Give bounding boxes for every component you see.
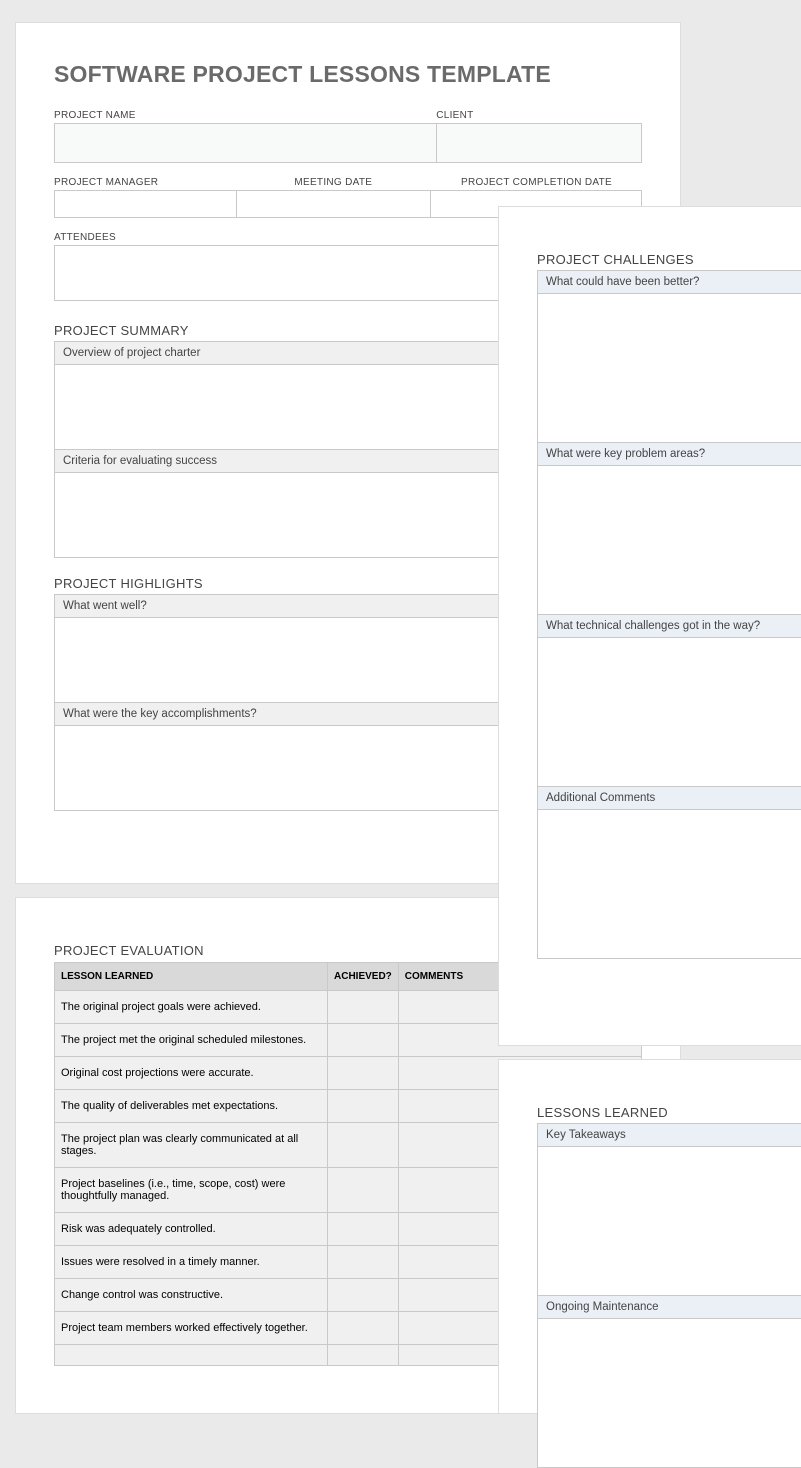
input-project-name[interactable]	[54, 123, 436, 163]
cell-achieved[interactable]	[328, 1213, 399, 1246]
label-project-name: PROJECT NAME	[54, 110, 436, 121]
cell-achieved[interactable]	[328, 1090, 399, 1123]
textarea-takeaways[interactable]	[537, 1146, 801, 1296]
textarea-problem-areas[interactable]	[537, 465, 801, 615]
cell-achieved[interactable]	[328, 1123, 399, 1168]
input-meeting-date[interactable]	[236, 190, 430, 218]
label-client: CLIENT	[436, 110, 642, 121]
row-project-client-inputs	[54, 123, 642, 163]
label-meeting-date: MEETING DATE	[236, 177, 430, 188]
subheader-takeaways: Key Takeaways	[537, 1123, 801, 1146]
page-4: LESSONS LEARNED Key Takeaways Ongoing Ma…	[498, 1059, 801, 1414]
document-title: SOFTWARE PROJECT LESSONS TEMPLATE	[54, 61, 642, 88]
subheader-better: What could have been better?	[537, 270, 801, 293]
subheader-technical: What technical challenges got in the way…	[537, 615, 801, 637]
label-project-manager: PROJECT MANAGER	[54, 177, 236, 188]
textarea-technical[interactable]	[537, 637, 801, 787]
input-client[interactable]	[436, 123, 642, 163]
textarea-better[interactable]	[537, 293, 801, 443]
textarea-maintenance[interactable]	[537, 1318, 801, 1468]
page-3: PROJECT CHALLENGES What could have been …	[498, 206, 801, 1046]
th-achieved: ACHIEVED?	[328, 963, 399, 991]
subheader-problem-areas: What were key problem areas?	[537, 443, 801, 465]
row-mgr-dates-labels: PROJECT MANAGER MEETING DATE PROJECT COM…	[54, 177, 642, 190]
section-project-challenges: PROJECT CHALLENGES	[537, 252, 801, 267]
label-completion-date: PROJECT COMPLETION DATE	[430, 177, 642, 188]
cell-achieved[interactable]	[328, 991, 399, 1024]
row-project-client: PROJECT NAME CLIENT	[54, 110, 642, 123]
cell-achieved[interactable]	[328, 1246, 399, 1279]
cell-achieved[interactable]	[328, 1345, 399, 1366]
cell-achieved[interactable]	[328, 1024, 399, 1057]
textarea-additional[interactable]	[537, 809, 801, 959]
cell-achieved[interactable]	[328, 1057, 399, 1090]
input-project-manager[interactable]	[54, 190, 236, 218]
cell-achieved[interactable]	[328, 1312, 399, 1345]
th-lesson: LESSON LEARNED	[55, 963, 328, 991]
cell-achieved[interactable]	[328, 1168, 399, 1213]
subheader-additional: Additional Comments	[537, 787, 801, 809]
section-lessons-learned: LESSONS LEARNED	[537, 1105, 801, 1120]
subheader-maintenance: Ongoing Maintenance	[537, 1296, 801, 1318]
cell-achieved[interactable]	[328, 1279, 399, 1312]
